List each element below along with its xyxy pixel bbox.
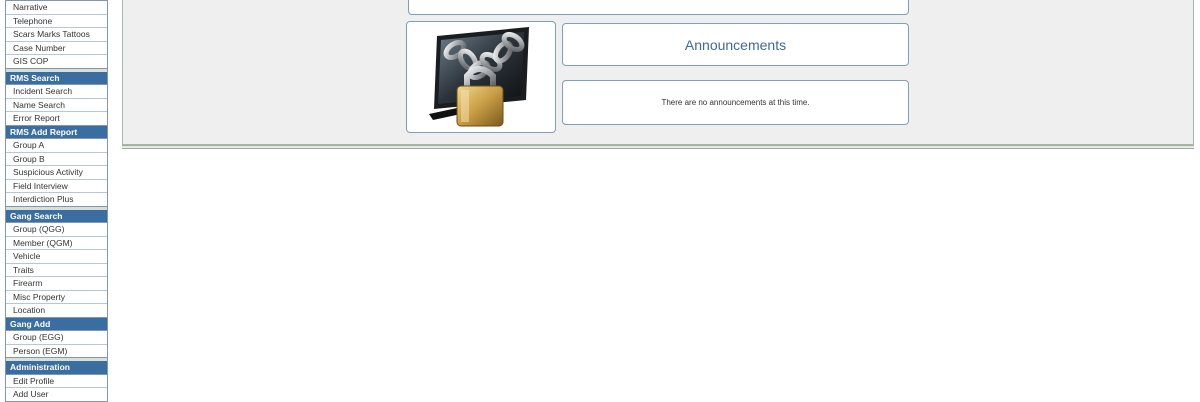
- panel-bottom-rule: [122, 145, 1194, 149]
- monitor-chain-padlock-icon: [429, 27, 529, 127]
- top-content-box: [408, 0, 909, 15]
- sidebar-item-group-b[interactable]: Group B: [6, 152, 107, 166]
- sidebar-item-traits[interactable]: Traits: [6, 263, 107, 277]
- sidebar-item-scars-marks-tattoos[interactable]: Scars Marks Tattoos: [6, 28, 107, 42]
- sidebar-group-administration: Administration Edit Profile Add User: [5, 361, 108, 402]
- sidebar-header-rms-add-report: RMS Add Report: [6, 125, 107, 139]
- sidebar-item-incident-search[interactable]: Incident Search: [6, 85, 107, 99]
- sidebar-group-rms-search: RMS Search Incident Search Name Search E…: [5, 71, 108, 126]
- announcements-header-box: Announcements: [562, 23, 909, 66]
- announcements-message: There are no announcements at this time.: [661, 98, 810, 107]
- sidebar-item-interdiction-plus[interactable]: Interdiction Plus: [6, 193, 107, 206]
- sidebar-item-group-qgg[interactable]: Group (QGG): [6, 223, 107, 237]
- sidebar-item-edit-profile[interactable]: Edit Profile: [6, 374, 107, 388]
- sidebar-nav: Narrative Telephone Scars Marks Tattoos …: [5, 0, 108, 402]
- sidebar-item-name-search[interactable]: Name Search: [6, 98, 107, 112]
- sidebar-group-rms-add-report: RMS Add Report Group A Group B Suspiciou…: [5, 125, 108, 207]
- sidebar-item-firearm[interactable]: Firearm: [6, 277, 107, 291]
- sidebar-header-gang-add: Gang Add: [6, 317, 107, 331]
- sidebar-item-narrative[interactable]: Narrative: [6, 1, 107, 15]
- announcements-title: Announcements: [684, 36, 787, 53]
- sidebar-item-add-user[interactable]: Add User: [6, 388, 107, 401]
- sidebar-item-location[interactable]: Location: [6, 304, 107, 317]
- sidebar-item-gis-cop[interactable]: GIS COP: [6, 55, 107, 68]
- sidebar-item-group-egg[interactable]: Group (EGG): [6, 331, 107, 345]
- sidebar-item-suspicious-activity[interactable]: Suspicious Activity: [6, 166, 107, 180]
- sidebar-item-person-egm[interactable]: Person (EGM): [6, 344, 107, 357]
- announcements-body-box: There are no announcements at this time.: [562, 80, 909, 125]
- sidebar-item-telephone[interactable]: Telephone: [6, 14, 107, 28]
- sidebar-item-misc-property[interactable]: Misc Property: [6, 290, 107, 304]
- sidebar-item-case-number[interactable]: Case Number: [6, 41, 107, 55]
- sidebar-header-rms-search: RMS Search: [6, 71, 107, 85]
- security-image-box: [406, 21, 556, 133]
- sidebar-item-group-a[interactable]: Group A: [6, 139, 107, 153]
- sidebar-item-member-qgm[interactable]: Member (QGM): [6, 236, 107, 250]
- sidebar-group-lookup: Narrative Telephone Scars Marks Tattoos …: [5, 0, 108, 69]
- sidebar-item-error-report[interactable]: Error Report: [6, 112, 107, 125]
- sidebar-header-gang-search: Gang Search: [6, 209, 107, 223]
- sidebar-header-administration: Administration: [6, 361, 107, 375]
- sidebar-group-gang-add: Gang Add Group (EGG) Person (EGM): [5, 317, 108, 358]
- sidebar-item-field-interview[interactable]: Field Interview: [6, 179, 107, 193]
- sidebar-group-gang-search: Gang Search Group (QGG) Member (QGM) Veh…: [5, 209, 108, 318]
- sidebar-item-vehicle[interactable]: Vehicle: [6, 250, 107, 264]
